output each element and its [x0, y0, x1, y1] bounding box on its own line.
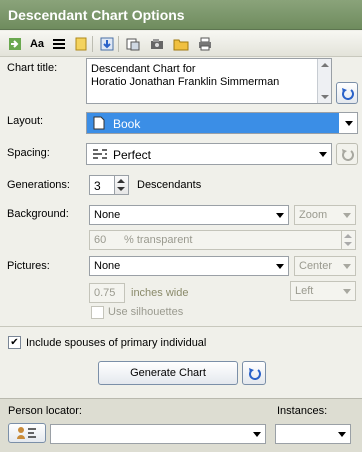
background-value: None [94, 209, 121, 221]
chart-title-label: Chart title: [7, 62, 58, 74]
spouses-checkbox[interactable]: ✔ [8, 336, 21, 349]
generations-suffix: Descendants [137, 179, 202, 191]
chevron-down-icon [319, 152, 327, 157]
line-style-icon[interactable] [50, 35, 68, 53]
person-locator-button[interactable] [8, 423, 46, 443]
pictures-align-select[interactable]: Center [294, 256, 356, 276]
chevron-down-icon [276, 213, 284, 218]
person-locator-select[interactable] [50, 424, 266, 444]
generations-value: 3 [94, 179, 101, 193]
picture-width-value: 0.75 [94, 287, 116, 299]
chevron-down-icon [343, 213, 351, 218]
background-fit-value: Zoom [299, 209, 328, 221]
background-fit-select[interactable]: Zoom [294, 205, 356, 225]
instances-select[interactable] [275, 424, 351, 444]
folder-open-icon[interactable] [172, 35, 190, 53]
spacing-label: Spacing: [7, 147, 50, 159]
picture-width-input[interactable]: 0.75 [89, 283, 125, 303]
generations-label: Generations: [7, 179, 70, 191]
transparency-stepper[interactable]: 60 % transparent [89, 230, 356, 250]
silhouettes-label: Use silhouettes [108, 306, 184, 318]
chevron-down-icon [276, 264, 284, 269]
note-icon[interactable] [72, 35, 90, 53]
layout-value: Book [113, 117, 141, 131]
pictures-align-value: Center [299, 260, 333, 272]
generations-spin-buttons[interactable] [114, 176, 128, 194]
pictures-select[interactable]: None [89, 256, 289, 276]
generations-stepper[interactable]: 3 [89, 175, 129, 195]
spouses-label: Include spouses of primary individual [26, 337, 207, 349]
person-locator-label: Person locator: [8, 405, 82, 417]
pictures-label: Pictures: [7, 260, 50, 272]
chevron-down-icon [343, 264, 351, 269]
instances-label: Instances: [277, 405, 328, 417]
chart-title-reset-button[interactable] [336, 82, 358, 104]
chevron-down-icon [253, 432, 261, 437]
picture-width-label: inches wide [131, 287, 189, 299]
undo-icon [342, 149, 354, 161]
spacing-select[interactable]: Perfect [86, 143, 332, 165]
chart-title-scrollbar[interactable] [317, 59, 331, 103]
transparency-value: 60 [94, 234, 107, 246]
chart-title-line1: Descendant Chart for [91, 63, 196, 75]
silhouettes-checkbox[interactable] [91, 306, 104, 319]
spacing-icon [92, 147, 108, 164]
book-icon [93, 116, 105, 133]
chart-title-textarea[interactable]: Descendant Chart for Horatio Jonathan Fr… [86, 58, 332, 104]
pictures-side-value: Left [295, 285, 314, 297]
chevron-down-icon [343, 289, 351, 294]
transparency-spin-buttons[interactable] [341, 231, 355, 249]
generate-chart-label: Generate Chart [130, 367, 206, 379]
background-select[interactable]: None [89, 205, 289, 225]
chart-icon[interactable] [124, 35, 142, 53]
spacing-reset-button[interactable] [336, 143, 358, 165]
undo-icon [249, 368, 261, 380]
chevron-down-icon [345, 121, 353, 126]
pictures-value: None [94, 260, 121, 272]
undo-icon [342, 88, 354, 100]
chart-title-line2: Horatio Jonathan Franklin Simmerman [91, 76, 280, 88]
transparency-label: % transparent [124, 234, 193, 246]
layout-label: Layout: [7, 115, 44, 127]
checkmark-icon: ✔ [10, 336, 19, 348]
pictures-side-select[interactable]: Left [290, 281, 356, 301]
person-locator-icon [17, 427, 36, 439]
layout-select[interactable]: Book [86, 112, 358, 134]
import-icon[interactable] [6, 35, 24, 53]
spacing-value: Perfect [113, 148, 152, 162]
chevron-down-icon [338, 432, 346, 437]
print-icon[interactable] [196, 35, 214, 53]
panel-title: Descendant Chart Options [0, 0, 362, 30]
background-label: Background: [7, 208, 69, 220]
save-icon[interactable] [98, 35, 116, 53]
generate-chart-button[interactable]: Generate Chart [98, 361, 238, 385]
toolbar: Aa [0, 31, 362, 57]
font-icon[interactable]: Aa [28, 35, 46, 53]
export-icon[interactable] [148, 35, 166, 53]
generate-reset-button[interactable] [242, 361, 266, 385]
